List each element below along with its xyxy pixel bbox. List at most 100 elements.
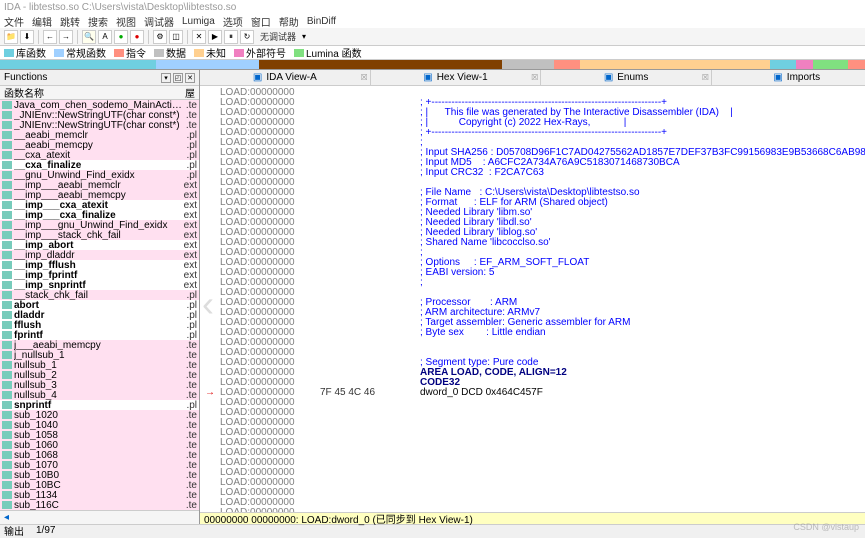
- function-row[interactable]: Java_com_chen_sodemo_MainActivity_getStr…: [0, 100, 199, 110]
- disasm-line[interactable]: LOAD:00000000;: [200, 278, 865, 288]
- function-row[interactable]: __aeabi_memclr.pl: [0, 130, 199, 140]
- play-icon[interactable]: ●: [114, 30, 128, 44]
- function-row[interactable]: abort.pl: [0, 300, 199, 310]
- function-row[interactable]: __aeabi_memcpy.pl: [0, 140, 199, 150]
- disasm-line[interactable]: LOAD:00000000; Options : EF_ARM_SOFT_FLO…: [200, 258, 865, 268]
- disasm-line[interactable]: LOAD:00000000; LOAD:00000258↓o: [200, 448, 865, 458]
- fwd-icon[interactable]: →: [59, 30, 73, 44]
- function-row[interactable]: __stack_chk_fail.pl: [0, 290, 199, 300]
- function-row[interactable]: __imp_snprintfext: [0, 280, 199, 290]
- disasm-line[interactable]: LOAD:00000000; LOAD:000002A0↓o: [200, 488, 865, 498]
- function-row[interactable]: __imp_abortext: [0, 240, 199, 250]
- panel-pin-icon[interactable]: ◰: [173, 73, 183, 83]
- disasm-line[interactable]: LOAD:00000000; Byte sex : Little endian: [200, 328, 865, 338]
- function-row[interactable]: __cxa_atexit.pl: [0, 150, 199, 160]
- disasm-line[interactable]: LOAD:00000000; LOAD:000002A8↓o: [200, 498, 865, 508]
- function-row[interactable]: __imp_dladdrext: [0, 250, 199, 260]
- nav-prev-icon[interactable]: ‹: [202, 299, 214, 309]
- disassembly-view[interactable]: ‹ › LOAD:00000000LOAD:00000000; +-------…: [200, 86, 865, 512]
- menu-item[interactable]: BinDiff: [307, 16, 336, 27]
- menu-item[interactable]: Lumiga: [182, 16, 215, 27]
- cross-icon[interactable]: ✕: [192, 30, 206, 44]
- tab-close-icon[interactable]: ☒: [360, 73, 367, 82]
- disasm-line[interactable]: LOAD:00000000; Shared Name 'libcocclso.s…: [200, 238, 865, 248]
- disasm-line[interactable]: →LOAD:000000007F 45 4C 46dword_0 DCD 0x4…: [200, 388, 865, 398]
- cfg-icon[interactable]: ⚙: [153, 30, 167, 44]
- menu-item[interactable]: 帮助: [279, 14, 299, 29]
- menu-item[interactable]: 视图: [116, 14, 136, 29]
- menu-item[interactable]: 选项: [223, 14, 243, 29]
- disasm-line[interactable]: LOAD:00000000; +------------------------…: [200, 128, 865, 138]
- menu-item[interactable]: 编辑: [32, 14, 52, 29]
- menu-item[interactable]: 窗口: [251, 14, 271, 29]
- run-icon[interactable]: ▶: [208, 30, 222, 44]
- view-tab[interactable]: ▣Imports☒: [712, 70, 865, 85]
- function-row[interactable]: sub_10B0.te: [0, 470, 199, 480]
- view-tab[interactable]: ▣IDA View-A☒: [200, 70, 371, 85]
- function-row[interactable]: __imp___cxa_atexitext: [0, 200, 199, 210]
- pause-icon[interactable]: ⏸: [224, 30, 238, 44]
- function-row[interactable]: sub_10BC.te: [0, 480, 199, 490]
- function-row[interactable]: _JNIEnv::NewStringUTF(char const*).te: [0, 120, 199, 130]
- disasm-line[interactable]: LOAD:00000000: [200, 288, 865, 298]
- function-row[interactable]: __imp_fflushext: [0, 260, 199, 270]
- function-row[interactable]: __gnu_Unwind_Find_exidx.pl: [0, 170, 199, 180]
- function-row[interactable]: sub_116C.te: [0, 500, 199, 510]
- function-row[interactable]: sub_1020.te: [0, 410, 199, 420]
- disasm-line[interactable]: LOAD:00000000; LOAD:00000298↓o: [200, 478, 865, 488]
- disasm-line[interactable]: LOAD:00000000; Format : ELF for ARM (Sha…: [200, 198, 865, 208]
- menu-item[interactable]: 跳转: [60, 14, 80, 29]
- disasm-line[interactable]: LOAD:00000000; Needed Library 'libm.so': [200, 208, 865, 218]
- function-row[interactable]: __imp___gnu_Unwind_Find_exidxext: [0, 220, 199, 230]
- disasm-line[interactable]: LOAD:00000000: [200, 338, 865, 348]
- function-row[interactable]: nullsub_3.te: [0, 380, 199, 390]
- disasm-line[interactable]: LOAD:00000000; Input CRC32 : F2CA7C63: [200, 168, 865, 178]
- disasm-line[interactable]: LOAD:00000000; LOAD:000002D0↓o: [200, 508, 865, 512]
- func-header[interactable]: 函数名称 屋: [0, 86, 199, 100]
- panel-close-icon[interactable]: ✕: [185, 73, 195, 83]
- function-row[interactable]: __imp___cxa_finalizeext: [0, 210, 199, 220]
- panel-menu-icon[interactable]: ▾: [161, 73, 171, 83]
- function-row[interactable]: _JNIEnv::NewStringUTF(char const*).te: [0, 110, 199, 120]
- function-row[interactable]: snprintf.pl: [0, 400, 199, 410]
- panel-tab[interactable]: Functions ▾ ◰ ✕: [0, 70, 199, 86]
- segment-bar[interactable]: [0, 60, 865, 70]
- disasm-line[interactable]: LOAD:00000000; LOAD:00000210↓o: [200, 408, 865, 418]
- function-row[interactable]: sub_1060.te: [0, 440, 199, 450]
- view-tab[interactable]: ▣Enums☒: [541, 70, 712, 85]
- disasm-line[interactable]: LOAD:00000000; LOAD:00000290↓o: [200, 468, 865, 478]
- disasm-line[interactable]: LOAD:00000000AREA LOAD, CODE, ALIGN=12: [200, 368, 865, 378]
- chevron-down-icon[interactable]: ▾: [302, 32, 306, 41]
- tab-close-icon[interactable]: ☒: [531, 73, 538, 82]
- text-icon[interactable]: A: [98, 30, 112, 44]
- open-icon[interactable]: 📁: [4, 30, 18, 44]
- menu-item[interactable]: 调试器: [144, 14, 174, 29]
- view-tab[interactable]: ▣Hex View-1☒: [371, 70, 542, 85]
- reload-icon[interactable]: ↻: [240, 30, 254, 44]
- function-row[interactable]: sub_1040.te: [0, 420, 199, 430]
- header-menu-icon[interactable]: 屋: [185, 85, 195, 100]
- function-row[interactable]: __imp_fprintfext: [0, 270, 199, 280]
- function-row[interactable]: fflush.pl: [0, 320, 199, 330]
- function-row[interactable]: sub_1134.te: [0, 490, 199, 500]
- disasm-line[interactable]: LOAD:00000000; DATA XREF: LOAD:00000200↓…: [200, 398, 865, 408]
- stop-icon[interactable]: ●: [130, 30, 144, 44]
- function-row[interactable]: sub_1070.te: [0, 460, 199, 470]
- disasm-line[interactable]: LOAD:00000000; LOAD:00000250↓o: [200, 438, 865, 448]
- search-icon[interactable]: 🔍: [82, 30, 96, 44]
- functions-list[interactable]: Java_com_chen_sodemo_MainActivity_getStr…: [0, 100, 199, 510]
- function-row[interactable]: __imp___stack_chk_failext: [0, 230, 199, 240]
- disasm-line[interactable]: LOAD:00000000; LOAD:00000270↓o: [200, 458, 865, 468]
- function-row[interactable]: nullsub_1.te: [0, 360, 199, 370]
- save-icon[interactable]: ⬇: [20, 30, 34, 44]
- tab-close-icon[interactable]: ☒: [702, 73, 709, 82]
- back-icon[interactable]: ←: [43, 30, 57, 44]
- disasm-line[interactable]: LOAD:00000000; LOAD:00000230↓o: [200, 428, 865, 438]
- menu-item[interactable]: 搜索: [88, 14, 108, 29]
- function-row[interactable]: dladdr.pl: [0, 310, 199, 320]
- function-row[interactable]: __imp___aeabi_memcpyext: [0, 190, 199, 200]
- disasm-line[interactable]: LOAD:00000000; EABI version: 5: [200, 268, 865, 278]
- disasm-line[interactable]: LOAD:00000000; LOAD:00000218↓o: [200, 418, 865, 428]
- function-row[interactable]: j___aeabi_memcpy.te: [0, 340, 199, 350]
- function-row[interactable]: sub_1068.te: [0, 450, 199, 460]
